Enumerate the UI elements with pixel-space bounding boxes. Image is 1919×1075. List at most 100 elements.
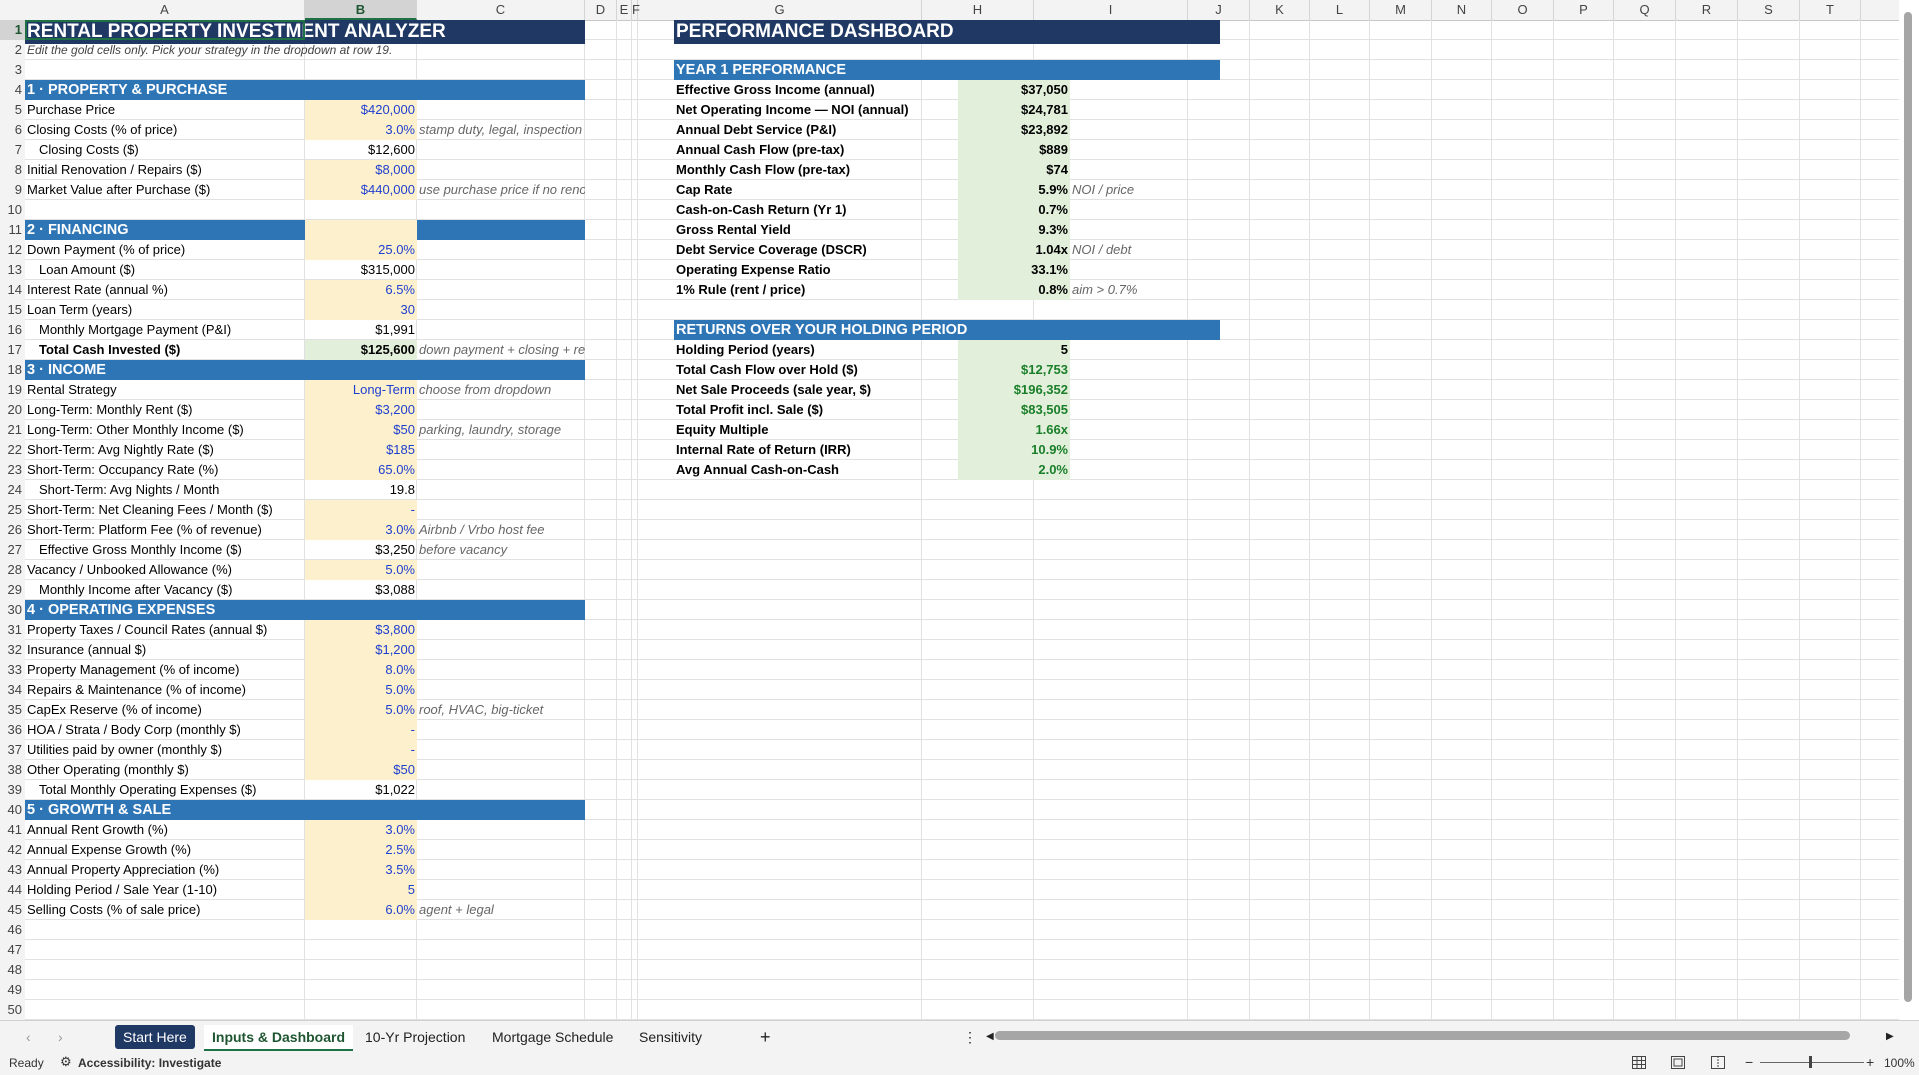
grid-view-icon[interactable] — [1632, 1056, 1646, 1069]
input-value-cell[interactable]: $440,000 — [305, 180, 417, 200]
row-header-40[interactable]: 40 — [0, 800, 25, 820]
input-value-cell[interactable]: 3.0% — [305, 120, 417, 140]
column-header-t[interactable]: T — [1800, 0, 1861, 20]
input-value-cell[interactable]: 3.5% — [305, 860, 417, 880]
row-header-11[interactable]: 11 — [0, 220, 25, 240]
row-header-26[interactable]: 26 — [0, 520, 25, 540]
column-header-j[interactable]: J — [1188, 0, 1250, 20]
column-header-g[interactable]: G — [638, 0, 922, 20]
row-header-29[interactable]: 29 — [0, 580, 25, 600]
column-header-p[interactable]: P — [1554, 0, 1614, 20]
input-value-cell[interactable]: 5.0% — [305, 560, 417, 580]
calculated-value-cell[interactable]: $12,600 — [305, 140, 417, 160]
dashboard-metric-value[interactable]: 1.04x — [958, 240, 1070, 260]
input-value-cell[interactable]: Long-Term — [305, 380, 417, 400]
row-header-19[interactable]: 19 — [0, 380, 25, 400]
row-header-22[interactable]: 22 — [0, 440, 25, 460]
row-header-43[interactable]: 43 — [0, 860, 25, 880]
row-header-37[interactable]: 37 — [0, 740, 25, 760]
row-header-9[interactable]: 9 — [0, 180, 25, 200]
tab-inputs-dashboard[interactable]: Inputs & Dashboard — [204, 1025, 354, 1052]
input-value-cell[interactable]: - — [305, 500, 417, 520]
column-header-c[interactable]: C — [417, 0, 585, 20]
plus-icon[interactable]: + — [752, 1025, 779, 1049]
row-header-35[interactable]: 35 — [0, 700, 25, 720]
row-header-30[interactable]: 30 — [0, 600, 25, 620]
column-header-e[interactable]: E — [617, 0, 632, 20]
input-value-cell[interactable]: $3,200 — [305, 400, 417, 420]
column-header-n[interactable]: N — [1432, 0, 1492, 20]
tab-sensitivity[interactable]: Sensitivity — [631, 1025, 710, 1049]
vertical-scrollbar[interactable] — [1899, 0, 1919, 1020]
row-header-21[interactable]: 21 — [0, 420, 25, 440]
dashboard-metric-value[interactable]: $37,050 — [958, 80, 1070, 100]
dashboard-metric-value[interactable]: 9.3% — [958, 220, 1070, 240]
row-header-4[interactable]: 4 — [0, 80, 25, 100]
input-value-cell[interactable]: $50 — [305, 420, 417, 440]
zoom-level[interactable]: 100% — [1884, 1056, 1915, 1070]
row-header-3[interactable]: 3 — [0, 60, 25, 80]
row-header-32[interactable]: 32 — [0, 640, 25, 660]
zoom-out-icon[interactable]: − — [1745, 1054, 1753, 1070]
row-header-20[interactable]: 20 — [0, 400, 25, 420]
row-header-8[interactable]: 8 — [0, 160, 25, 180]
input-value-cell[interactable]: 6.0% — [305, 900, 417, 920]
row-header-23[interactable]: 23 — [0, 460, 25, 480]
column-header-k[interactable]: K — [1250, 0, 1310, 20]
row-header-10[interactable]: 10 — [0, 200, 25, 220]
input-value-cell[interactable]: - — [305, 720, 417, 740]
input-value-cell[interactable]: $3,800 — [305, 620, 417, 640]
calculated-value-cell[interactable]: $3,250 — [305, 540, 417, 560]
calculated-value-cell[interactable]: $1,991 — [305, 320, 417, 340]
tab-mortgage-schedule[interactable]: Mortgage Schedule — [484, 1025, 621, 1049]
input-value-cell[interactable]: - — [305, 740, 417, 760]
row-header-49[interactable]: 49 — [0, 980, 25, 1000]
dashboard-metric-value[interactable]: $23,892 — [958, 120, 1070, 140]
row-header-36[interactable]: 36 — [0, 720, 25, 740]
row-header-25[interactable]: 25 — [0, 500, 25, 520]
column-header-m[interactable]: M — [1370, 0, 1432, 20]
calculated-value-cell[interactable]: $125,600 — [305, 340, 417, 360]
dashboard-metric-value[interactable]: $24,781 — [958, 100, 1070, 120]
row-header-33[interactable]: 33 — [0, 660, 25, 680]
returns-metric-value[interactable]: 1.66x — [958, 420, 1070, 440]
input-value-cell[interactable]: 3.0% — [305, 820, 417, 840]
returns-metric-value[interactable]: $83,505 — [958, 400, 1070, 420]
worksheet-grid[interactable]: RENTAL PROPERTY INVESTMENT ANALYZER Edit… — [25, 20, 1899, 1020]
row-header-6[interactable]: 6 — [0, 120, 25, 140]
dashboard-metric-value[interactable]: $889 — [958, 140, 1070, 160]
row-header-47[interactable]: 47 — [0, 940, 25, 960]
calculated-value-cell[interactable]: $1,022 — [305, 780, 417, 800]
input-value-cell[interactable]: $8,000 — [305, 160, 417, 180]
row-header-42[interactable]: 42 — [0, 840, 25, 860]
row-header-24[interactable]: 24 — [0, 480, 25, 500]
horizontal-scrollbar[interactable] — [995, 1031, 1855, 1041]
returns-metric-value[interactable]: 2.0% — [958, 460, 1070, 480]
calculated-value-cell[interactable]: $3,088 — [305, 580, 417, 600]
zoom-slider[interactable] — [1760, 1062, 1864, 1063]
row-header-17[interactable]: 17 — [0, 340, 25, 360]
input-value-cell[interactable]: 5.0% — [305, 700, 417, 720]
tab-start-here[interactable]: Start Here — [115, 1025, 195, 1049]
dashboard-metric-value[interactable]: 0.8% — [958, 280, 1070, 300]
row-header-14[interactable]: 14 — [0, 280, 25, 300]
row-header-31[interactable]: 31 — [0, 620, 25, 640]
row-header-50[interactable]: 50 — [0, 1000, 25, 1020]
financing-header-gold-cell[interactable] — [305, 220, 417, 240]
vertical-scroll-thumb[interactable] — [1904, 12, 1912, 1002]
dashboard-metric-value[interactable]: 33.1% — [958, 260, 1070, 280]
column-header-r[interactable]: R — [1676, 0, 1738, 20]
row-header-46[interactable]: 46 — [0, 920, 25, 940]
zoom-in-icon[interactable]: + — [1866, 1054, 1874, 1070]
row-header-7[interactable]: 7 — [0, 140, 25, 160]
column-header-q[interactable]: Q — [1614, 0, 1676, 20]
row-header-48[interactable]: 48 — [0, 960, 25, 980]
row-header-5[interactable]: 5 — [0, 100, 25, 120]
column-header-d[interactable]: D — [585, 0, 617, 20]
input-value-cell[interactable]: 25.0% — [305, 240, 417, 260]
column-header-a[interactable]: A — [25, 0, 305, 20]
dashboard-metric-value[interactable]: 0.7% — [958, 200, 1070, 220]
calculated-value-cell[interactable]: $315,000 — [305, 260, 417, 280]
column-header-i[interactable]: I — [1034, 0, 1188, 20]
row-header-44[interactable]: 44 — [0, 880, 25, 900]
